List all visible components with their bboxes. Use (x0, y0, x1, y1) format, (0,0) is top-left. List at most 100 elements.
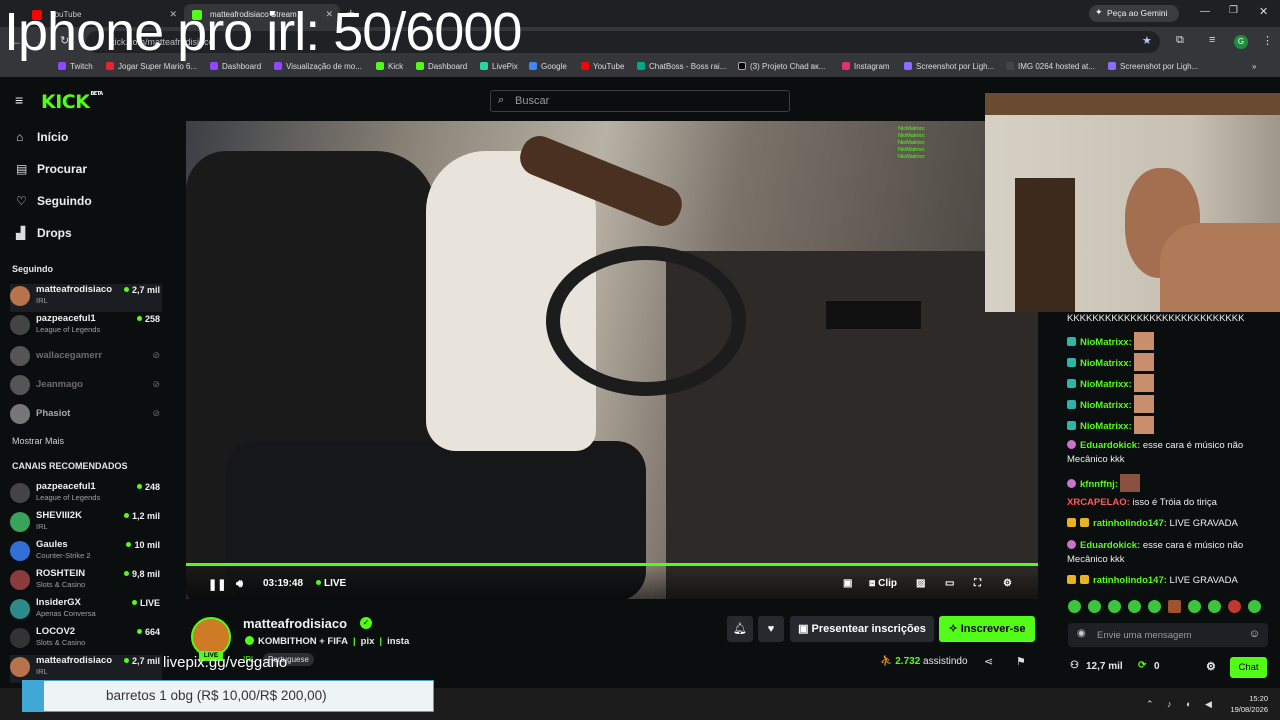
emote-icon[interactable] (1108, 600, 1121, 613)
pause-icon[interactable]: ❚❚ (208, 578, 226, 591)
bookmark-item[interactable]: Instagram (842, 62, 890, 71)
pix-link[interactable]: pix (361, 636, 375, 647)
recommended-channel[interactable]: LOCOV2 Slots & Casino 664 (10, 626, 162, 654)
minimize-button[interactable]: — (1200, 6, 1210, 17)
bookmark-item[interactable]: LivePix (480, 62, 518, 71)
kicks-count[interactable]: 0 (1154, 661, 1160, 672)
avatar (10, 541, 30, 561)
bookmark-item[interactable]: Dashboard (416, 62, 467, 71)
following-channel[interactable]: pazpeaceful1 League of Legends 258 (10, 313, 162, 341)
following-channel-offline[interactable]: wallacegamerr ⊘ (10, 344, 162, 372)
clip-icon: ⧈ (869, 578, 879, 589)
following-channel-offline[interactable]: Jeanmago ⊘ (10, 373, 162, 401)
livepix-overlay: livepix.gg/veggano (163, 654, 288, 671)
chat-send-button[interactable]: Chat (1230, 657, 1267, 678)
theater-mode-icon[interactable]: ▣ (843, 578, 852, 589)
recommended-channel[interactable]: matteafrodisiaco IRL 2,7 mil (10, 655, 162, 683)
media-icon[interactable]: ≡ (1209, 34, 1215, 46)
channel-name[interactable]: matteafrodisiaco (243, 616, 347, 631)
emoji-icon[interactable]: ☺ (1249, 628, 1260, 640)
subscribe-button[interactable]: ✧ Inscrever-se (939, 616, 1035, 642)
nav-inicio[interactable]: ⌂ Início (16, 130, 68, 144)
taskbar-clock[interactable]: 15:20 19/08/2026 (1226, 693, 1268, 715)
extensions-icon[interactable]: ⧉ (1176, 34, 1184, 47)
webcam-overlay (985, 93, 1280, 312)
tray-chevron-icon[interactable]: ⌃ (1146, 699, 1154, 710)
emote-icon[interactable] (1148, 600, 1161, 613)
kick-logo[interactable]: KICKBETA (41, 91, 103, 113)
emote-icon[interactable] (1188, 600, 1201, 613)
bookmark-item[interactable]: IMG 0264 hosted at... (1006, 62, 1095, 71)
live-indicator[interactable]: LIVE (316, 578, 346, 589)
emote-icon (1120, 474, 1140, 492)
volume-icon[interactable]: 🔊︎ (236, 578, 243, 591)
recommended-channel[interactable]: SHEVIII2K IRL 1,2 mil (10, 510, 162, 538)
mic-icon[interactable]: ♪ (1167, 699, 1172, 709)
emote-icon[interactable] (1068, 600, 1081, 613)
gift-subs-button[interactable]: ▣ Presentear inscrições (790, 616, 934, 642)
recommended-channel[interactable]: Gaules Counter-Strike 2 10 mil (10, 539, 162, 567)
bookmark-item[interactable]: Jogar Super Mario 6... (106, 62, 197, 71)
share-icon[interactable]: ⋖ (984, 655, 993, 668)
gemini-button[interactable]: ✦ Peça ao Gemini (1089, 5, 1179, 22)
search-input[interactable]: ⌕ Buscar (490, 90, 790, 112)
emote-icon[interactable] (1088, 600, 1101, 613)
emote-icon[interactable] (1248, 600, 1261, 613)
following-channel-offline[interactable]: Phasiot ⊘ (10, 402, 162, 430)
show-more-link[interactable]: Mostrar Mais (12, 436, 64, 446)
network-icon[interactable]: ◐ (1186, 699, 1191, 709)
clip-button[interactable]: ⧈ Clip (869, 578, 897, 589)
more-bookmarks-icon[interactable]: » (1252, 62, 1256, 71)
chat-settings-gear-icon[interactable]: ⚙ (1206, 660, 1216, 673)
emote-icon[interactable] (1128, 600, 1141, 613)
recommended-channel[interactable]: pazpeaceful1 League of Legends 248 (10, 481, 162, 509)
following-channel[interactable]: matteafrodisiaco IRL 2,7 mil (10, 284, 162, 312)
bookmark-item[interactable]: YouTube (581, 62, 624, 71)
bookmark-item[interactable]: Kick (376, 62, 403, 71)
avatar (10, 375, 30, 395)
recommended-channel[interactable]: ROSHTEIN Slots & Casino 9,8 mil (10, 568, 162, 596)
emote-icon[interactable] (1228, 600, 1241, 613)
speaker-icon[interactable]: ◀ (1205, 699, 1212, 710)
video-player[interactable]: NioMatrixx: NioMatrixx: NioMatrixx: NioM… (186, 121, 1038, 599)
bookmark-item[interactable]: Twitch (58, 62, 93, 71)
profile-avatar[interactable]: G (1234, 35, 1248, 49)
notification-bell-button[interactable]: 🔔︎ (727, 616, 753, 642)
settings-gear-icon[interactable]: ⚙ (1003, 578, 1012, 589)
avatar (10, 512, 30, 532)
bookmark-item[interactable]: Visualização de mo... (274, 62, 362, 71)
menu-kebab-icon[interactable]: ⋮ (1262, 34, 1273, 47)
close-window-button[interactable]: ✕ (1259, 5, 1268, 18)
mini-player-icon[interactable]: ▭ (945, 578, 954, 589)
chat-mode-icon[interactable]: ◉ (1077, 628, 1086, 639)
bookmark-item[interactable]: Screenshot por Ligh... (904, 62, 994, 71)
bookmark-item[interactable]: (3) Projeto Chad вк... (738, 62, 825, 71)
avatar (10, 286, 30, 306)
badge-icon (1067, 518, 1076, 527)
bookmark-item[interactable]: ChatBoss - Boss rai... (637, 62, 726, 71)
fullscreen-icon[interactable]: ⛶ (974, 578, 981, 589)
emote-icon[interactable] (1168, 600, 1181, 613)
avatar (10, 346, 30, 366)
nav-drops[interactable]: ▟ Drops (16, 226, 72, 240)
emote-icon[interactable] (1208, 600, 1221, 613)
bookmark-item[interactable]: Google (529, 62, 567, 71)
maximize-button[interactable]: ❐ (1229, 5, 1238, 16)
bookmark-item[interactable]: Dashboard (210, 62, 261, 71)
insta-link[interactable]: insta (387, 636, 409, 647)
report-icon[interactable]: ⚑ (1016, 655, 1026, 668)
nav-seguindo[interactable]: ♡ Seguindo (16, 194, 92, 208)
nav-procurar[interactable]: ▤ Procurar (16, 162, 87, 176)
donation-goal-text: barretos 1 obg (R$ 10,00/R$ 200,00) (106, 688, 327, 703)
chat-input[interactable]: ◉ Envie uma mensagem ☺ (1068, 623, 1268, 647)
bookmark-item[interactable]: Screenshot por Ligh... (1108, 62, 1198, 71)
channel-points[interactable]: 12,7 mil (1086, 661, 1123, 672)
chat-message: NioMatrixx: (1067, 353, 1277, 371)
recommended-channel[interactable]: InsiderGX Apenas Conversa LIVE (10, 597, 162, 625)
offline-icon: ⊘ (152, 379, 160, 389)
follow-heart-button[interactable]: ♥ (758, 616, 784, 642)
hamburger-menu-icon[interactable]: ≡ (15, 92, 23, 108)
badge-icon (1067, 379, 1076, 388)
quality-off-icon[interactable]: ▨ (916, 578, 925, 589)
bookmark-star-icon[interactable]: ★ (1142, 34, 1152, 47)
